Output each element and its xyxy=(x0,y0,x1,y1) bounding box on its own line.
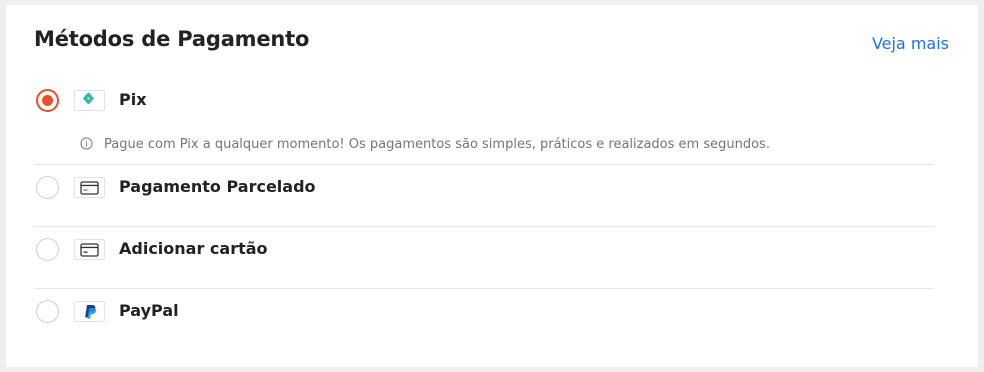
installments-radio-button[interactable] xyxy=(36,176,59,199)
payment-methods-card: Métodos de Pagamento Veja mais Pix Pague… xyxy=(6,5,978,367)
payment-option-installments[interactable]: Pagamento Parcelado xyxy=(34,165,934,227)
payment-option-pix[interactable]: Pix Pague com Pix a qualquer momento! Os… xyxy=(34,78,934,165)
pix-info-text: Pague com Pix a qualquer momento! Os pag… xyxy=(104,137,770,152)
add-card-radio-button[interactable] xyxy=(36,238,59,261)
see-more-link[interactable]: Veja mais xyxy=(872,34,949,53)
pix-radio-button[interactable] xyxy=(36,89,59,112)
payment-option-paypal[interactable]: PayPal xyxy=(34,289,934,350)
payment-option-add-card[interactable]: Adicionar cartão xyxy=(34,227,934,289)
payment-option-label: Pix xyxy=(119,90,147,109)
pix-info: Pague com Pix a qualquer momento! Os pag… xyxy=(80,135,770,154)
credit-card-icon xyxy=(74,177,105,198)
pix-logo-icon xyxy=(74,90,105,111)
payment-option-label: Adicionar cartão xyxy=(119,239,268,258)
paypal-radio-button[interactable] xyxy=(36,300,59,323)
payment-option-label: Pagamento Parcelado xyxy=(119,177,316,196)
payment-method-list: Pix Pague com Pix a qualquer momento! Os… xyxy=(34,78,934,350)
page-title: Métodos de Pagamento xyxy=(34,27,310,51)
info-icon xyxy=(80,135,93,154)
paypal-logo-icon xyxy=(74,301,105,322)
credit-card-icon xyxy=(74,239,105,260)
payment-option-label: PayPal xyxy=(119,301,179,320)
